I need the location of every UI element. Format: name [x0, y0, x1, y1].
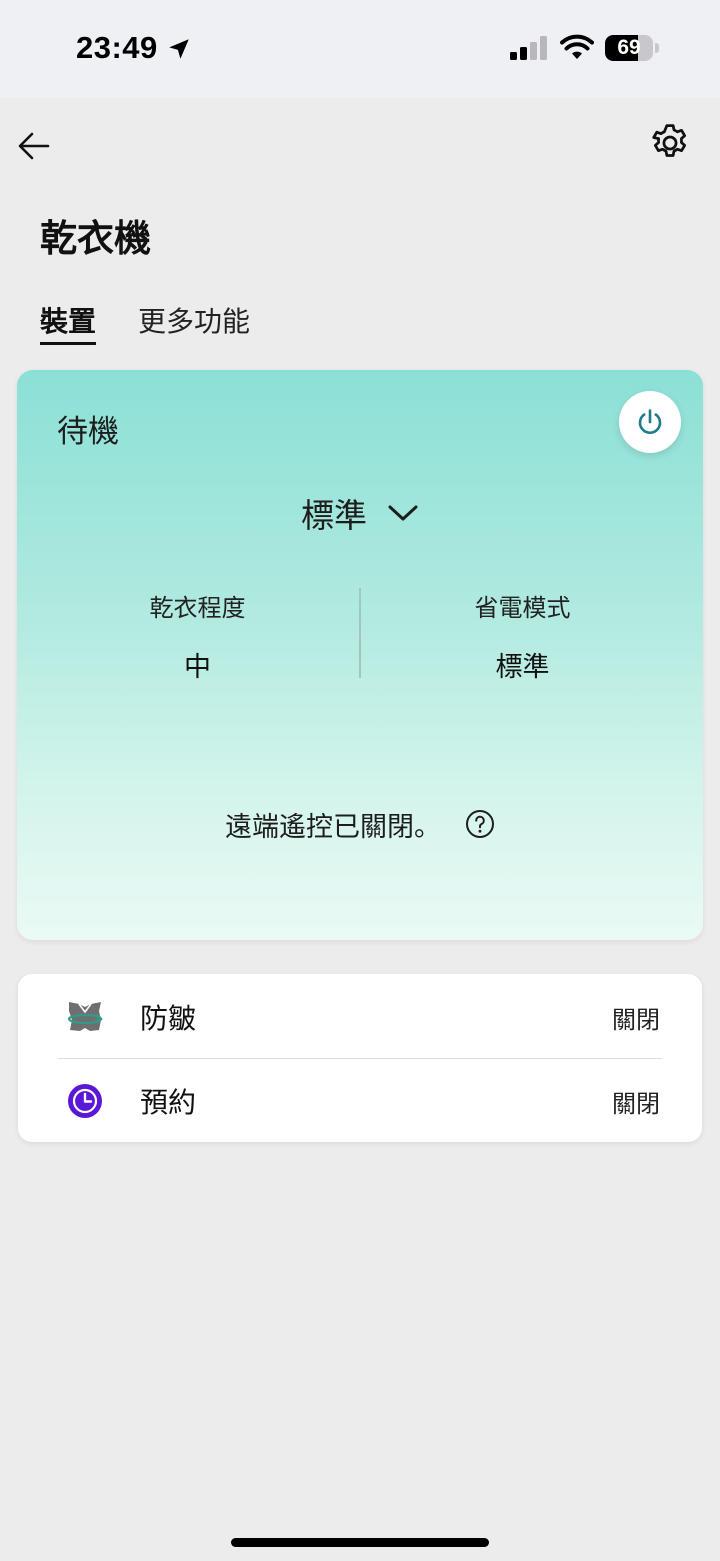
mode-dropdown[interactable]: 標準	[17, 488, 703, 538]
status-time: 23:49	[76, 30, 158, 65]
anti-wrinkle-value: 關閉	[612, 1006, 660, 1034]
back-arrow-icon[interactable]	[14, 126, 54, 166]
location-arrow-icon	[169, 39, 189, 59]
mode-value: 標準	[301, 496, 367, 535]
device-status-card: 待機 標準 乾衣程度 中 省電模式 標準 遠端遙控已關閉。	[17, 370, 703, 940]
wifi-icon	[560, 34, 594, 59]
remote-control-message: 遠端遙控已關閉。	[225, 811, 441, 843]
clock-icon	[68, 1084, 102, 1118]
power-saving-label: 省電模式	[474, 594, 571, 622]
tab-device[interactable]: 裝置	[40, 300, 97, 345]
power-saving-value: 標準	[495, 652, 550, 683]
list-item-schedule[interactable]: 預約 關閉	[18, 1058, 702, 1142]
cellular-signal-icon	[510, 36, 547, 60]
battery-percent: 69	[617, 36, 641, 59]
power-saving-stat: 省電模式 標準	[360, 588, 703, 684]
tab-more-features[interactable]: 更多功能	[138, 300, 250, 340]
drying-level-label: 乾衣程度	[149, 594, 246, 622]
drying-level-value: 中	[184, 652, 211, 683]
remote-control-notice: 遠端遙控已關閉。	[17, 806, 703, 843]
page-title: 乾衣機	[40, 217, 151, 260]
home-indicator[interactable]	[231, 1538, 489, 1547]
device-status: 待機	[57, 414, 119, 450]
question-circle-icon[interactable]	[465, 809, 495, 839]
anti-wrinkle-icon	[67, 1002, 103, 1031]
gear-icon[interactable]	[648, 121, 692, 165]
chevron-down-icon	[388, 505, 418, 521]
power-icon	[638, 409, 662, 435]
options-list: 防皺 關閉 預約 關閉	[18, 974, 702, 1142]
schedule-value: 關閉	[612, 1090, 660, 1118]
power-button[interactable]	[619, 391, 681, 453]
anti-wrinkle-label: 防皺	[140, 1002, 197, 1035]
status-bar: 23:49 69	[0, 0, 720, 98]
battery-cap	[655, 43, 659, 53]
drying-level-stat: 乾衣程度 中	[17, 588, 360, 684]
schedule-label: 預約	[140, 1086, 197, 1119]
list-item-anti-wrinkle[interactable]: 防皺 關閉	[18, 974, 702, 1059]
battery-indicator: 69	[605, 35, 653, 61]
